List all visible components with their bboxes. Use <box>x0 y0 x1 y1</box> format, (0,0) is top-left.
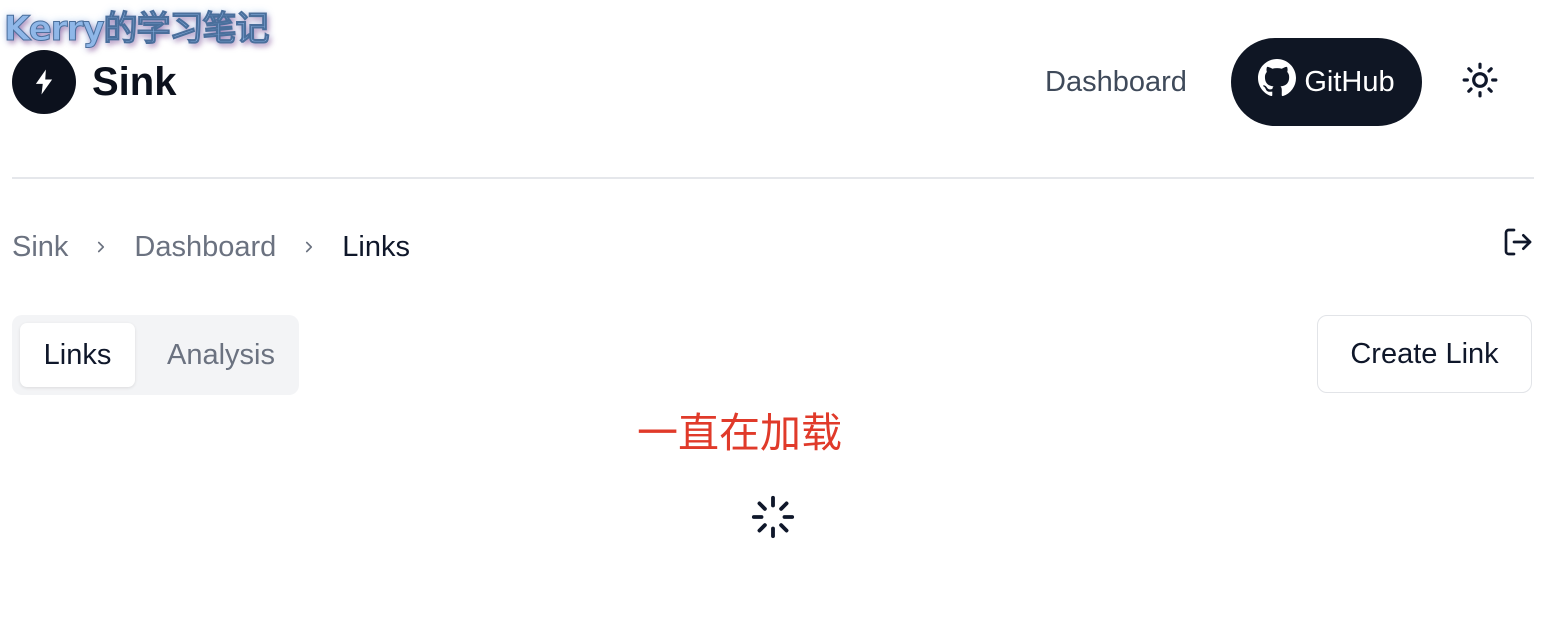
create-link-button[interactable]: Create Link <box>1317 315 1532 393</box>
tab-links[interactable]: Links <box>20 323 135 387</box>
loading-annotation: 一直在加载 <box>637 409 842 457</box>
breadcrumb-item-sink[interactable]: Sink <box>12 231 68 264</box>
github-button[interactable]: GitHub <box>1231 38 1422 126</box>
breadcrumb-item-links: Links <box>342 230 410 263</box>
nav-dashboard-link[interactable]: Dashboard <box>1045 60 1187 104</box>
view-tabs: Links Analysis <box>12 315 299 395</box>
breadcrumb-item-dashboard[interactable]: Dashboard <box>134 231 276 264</box>
loader-icon <box>750 494 796 540</box>
lightning-bolt-icon[interactable] <box>12 50 76 114</box>
github-icon <box>1258 59 1297 105</box>
watermark-text: Kerry的学习笔记 <box>4 9 271 50</box>
page: Kerry的学习笔记 Sink Dashboard GitHub Sink Da… <box>0 0 1553 635</box>
brand-name[interactable]: Sink <box>92 52 176 112</box>
header-divider <box>12 177 1534 179</box>
theme-toggle-button[interactable] <box>1460 62 1500 102</box>
logout-button[interactable] <box>1500 226 1536 262</box>
tab-analysis[interactable]: Analysis <box>150 323 292 387</box>
sun-icon <box>1461 61 1499 104</box>
logout-icon <box>1502 226 1534 263</box>
chevron-right-icon <box>92 238 110 256</box>
breadcrumb: Sink Dashboard Links <box>12 225 410 269</box>
chevron-right-icon <box>300 238 318 256</box>
github-label: GitHub <box>1304 65 1395 98</box>
